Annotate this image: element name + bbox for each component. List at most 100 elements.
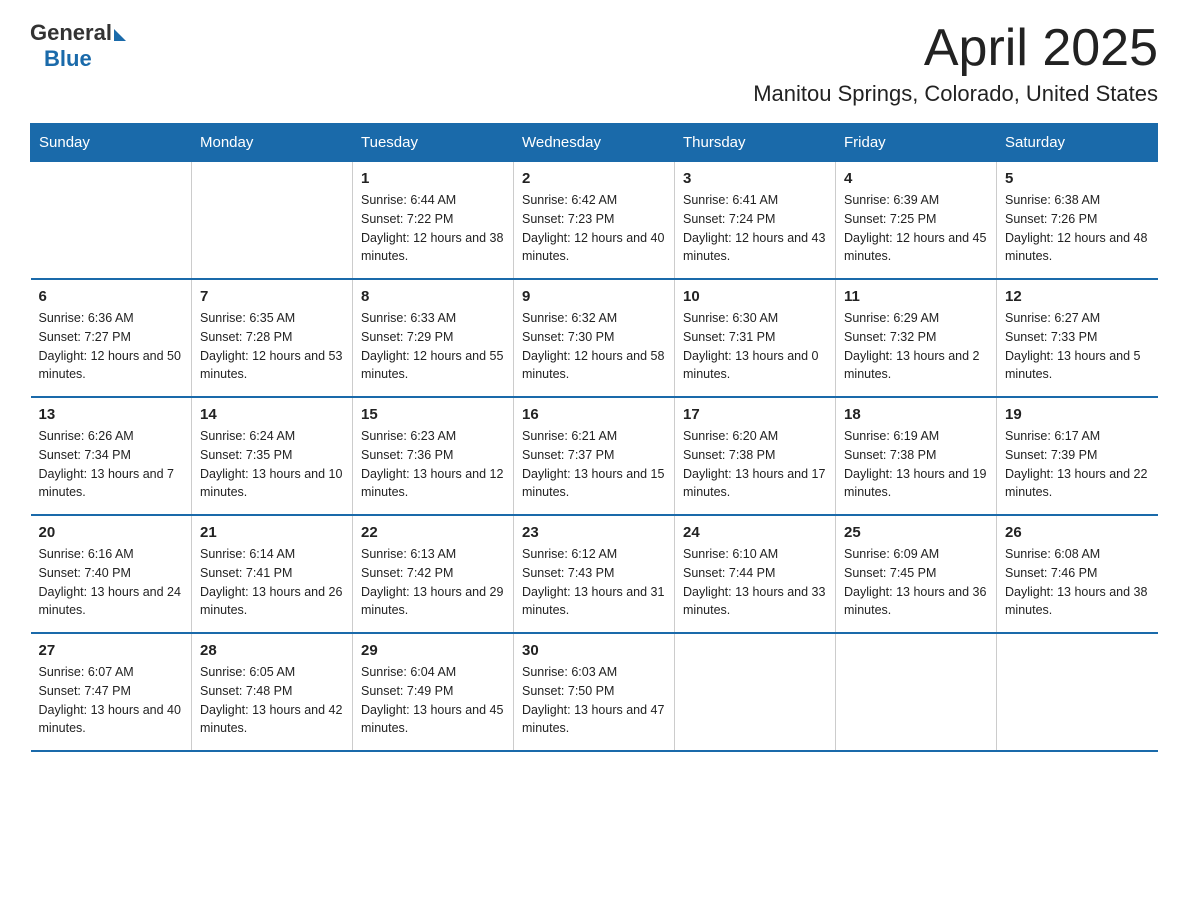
day-number: 22 (361, 524, 505, 541)
day-info: Sunrise: 6:13 AMSunset: 7:42 PMDaylight:… (361, 545, 505, 620)
day-number: 27 (39, 642, 184, 659)
day-number: 10 (683, 288, 827, 305)
day-number: 28 (200, 642, 344, 659)
calendar-day-cell (997, 633, 1158, 751)
day-info: Sunrise: 6:39 AMSunset: 7:25 PMDaylight:… (844, 191, 988, 266)
day-number: 15 (361, 406, 505, 423)
logo-blue-text: Blue (44, 46, 92, 72)
day-info: Sunrise: 6:30 AMSunset: 7:31 PMDaylight:… (683, 309, 827, 384)
day-info: Sunrise: 6:10 AMSunset: 7:44 PMDaylight:… (683, 545, 827, 620)
day-number: 2 (522, 170, 666, 187)
day-info: Sunrise: 6:23 AMSunset: 7:36 PMDaylight:… (361, 427, 505, 502)
calendar-header-cell: Monday (192, 124, 353, 162)
calendar-header-cell: Wednesday (514, 124, 675, 162)
calendar-day-cell (675, 633, 836, 751)
calendar-day-cell: 16Sunrise: 6:21 AMSunset: 7:37 PMDayligh… (514, 397, 675, 515)
logo-general-text: General (30, 20, 112, 46)
location-title: Manitou Springs, Colorado, United States (753, 81, 1158, 107)
day-number: 23 (522, 524, 666, 541)
day-info: Sunrise: 6:12 AMSunset: 7:43 PMDaylight:… (522, 545, 666, 620)
calendar-day-cell: 10 Sunrise: 6:30 AMSunset: 7:31 PMDayligh… (675, 279, 836, 397)
logo-triangle-icon (114, 29, 126, 41)
day-info: Sunrise: 6:32 AMSunset: 7:30 PMDaylight:… (522, 309, 666, 384)
day-info: Sunrise: 6:33 AMSunset: 7:29 PMDaylight:… (361, 309, 505, 384)
calendar-day-cell: 22 Sunrise: 6:13 AMSunset: 7:42 PMDayligh… (353, 515, 514, 633)
calendar-week-row: 13Sunrise: 6:26 AMSunset: 7:34 PMDayligh… (31, 397, 1158, 515)
calendar-day-cell: 7 Sunrise: 6:35 AMSunset: 7:28 PMDaylight… (192, 279, 353, 397)
day-number: 3 (683, 170, 827, 187)
day-number: 12 (1005, 288, 1150, 305)
calendar-day-cell: 4 Sunrise: 6:39 AMSunset: 7:25 PMDaylight… (836, 162, 997, 280)
day-number: 16 (522, 406, 666, 423)
calendar-day-cell: 27 Sunrise: 6:07 AMSunset: 7:47 PMDayligh… (31, 633, 192, 751)
day-number: 6 (39, 288, 184, 305)
day-number: 17 (683, 406, 827, 423)
calendar-day-cell: 15 Sunrise: 6:23 AMSunset: 7:36 PMDayligh… (353, 397, 514, 515)
day-number: 26 (1005, 524, 1150, 541)
calendar-day-cell: 24 Sunrise: 6:10 AMSunset: 7:44 PMDayligh… (675, 515, 836, 633)
calendar-week-row: 20 Sunrise: 6:16 AMSunset: 7:40 PMDayligh… (31, 515, 1158, 633)
day-info: Sunrise: 6:20 AMSunset: 7:38 PMDaylight:… (683, 427, 827, 502)
day-info: Sunrise: 6:41 AMSunset: 7:24 PMDaylight:… (683, 191, 827, 266)
page-header: General Blue April 2025 Manitou Springs,… (30, 20, 1158, 107)
day-number: 1 (361, 170, 505, 187)
calendar-header-cell: Friday (836, 124, 997, 162)
day-info: Sunrise: 6:27 AMSunset: 7:33 PMDaylight:… (1005, 309, 1150, 384)
day-number: 5 (1005, 170, 1150, 187)
day-number: 11 (844, 288, 988, 305)
day-info: Sunrise: 6:04 AMSunset: 7:49 PMDaylight:… (361, 663, 505, 738)
calendar-header-cell: Thursday (675, 124, 836, 162)
day-info: Sunrise: 6:36 AMSunset: 7:27 PMDaylight:… (39, 309, 184, 384)
calendar-day-cell: 17 Sunrise: 6:20 AMSunset: 7:38 PMDayligh… (675, 397, 836, 515)
day-info: Sunrise: 6:44 AMSunset: 7:22 PMDaylight:… (361, 191, 505, 266)
calendar-day-cell: 2 Sunrise: 6:42 AMSunset: 7:23 PMDaylight… (514, 162, 675, 280)
calendar-day-cell: 12 Sunrise: 6:27 AMSunset: 7:33 PMDayligh… (997, 279, 1158, 397)
day-info: Sunrise: 6:08 AMSunset: 7:46 PMDaylight:… (1005, 545, 1150, 620)
title-section: April 2025 Manitou Springs, Colorado, Un… (753, 20, 1158, 107)
day-number: 9 (522, 288, 666, 305)
calendar-day-cell: 26 Sunrise: 6:08 AMSunset: 7:46 PMDayligh… (997, 515, 1158, 633)
day-number: 30 (522, 642, 666, 659)
calendar-day-cell (31, 162, 192, 280)
day-info: Sunrise: 6:16 AMSunset: 7:40 PMDaylight:… (39, 545, 184, 620)
calendar-week-row: 1 Sunrise: 6:44 AMSunset: 7:22 PMDaylight… (31, 162, 1158, 280)
calendar-day-cell: 1 Sunrise: 6:44 AMSunset: 7:22 PMDaylight… (353, 162, 514, 280)
calendar-day-cell: 9 Sunrise: 6:32 AMSunset: 7:30 PMDaylight… (514, 279, 675, 397)
day-info: Sunrise: 6:19 AMSunset: 7:38 PMDaylight:… (844, 427, 988, 502)
logo: General Blue (30, 20, 126, 72)
calendar-day-cell: 5Sunrise: 6:38 AMSunset: 7:26 PMDaylight… (997, 162, 1158, 280)
day-number: 19 (1005, 406, 1150, 423)
calendar-header-cell: Sunday (31, 124, 192, 162)
calendar-header-row: SundayMondayTuesdayWednesdayThursdayFrid… (31, 124, 1158, 162)
calendar-header-cell: Saturday (997, 124, 1158, 162)
day-number: 20 (39, 524, 184, 541)
calendar-header-cell: Tuesday (353, 124, 514, 162)
day-info: Sunrise: 6:42 AMSunset: 7:23 PMDaylight:… (522, 191, 666, 266)
calendar-day-cell: 25Sunrise: 6:09 AMSunset: 7:45 PMDayligh… (836, 515, 997, 633)
day-number: 7 (200, 288, 344, 305)
calendar-day-cell: 18Sunrise: 6:19 AMSunset: 7:38 PMDayligh… (836, 397, 997, 515)
month-title: April 2025 (753, 20, 1158, 77)
day-info: Sunrise: 6:09 AMSunset: 7:45 PMDaylight:… (844, 545, 988, 620)
day-info: Sunrise: 6:14 AMSunset: 7:41 PMDaylight:… (200, 545, 344, 620)
calendar-day-cell (836, 633, 997, 751)
day-number: 24 (683, 524, 827, 541)
calendar-day-cell: 23 Sunrise: 6:12 AMSunset: 7:43 PMDayligh… (514, 515, 675, 633)
day-number: 29 (361, 642, 505, 659)
day-info: Sunrise: 6:05 AMSunset: 7:48 PMDaylight:… (200, 663, 344, 738)
calendar-day-cell: 21Sunrise: 6:14 AMSunset: 7:41 PMDayligh… (192, 515, 353, 633)
day-info: Sunrise: 6:07 AMSunset: 7:47 PMDaylight:… (39, 663, 184, 738)
calendar-day-cell: 19 Sunrise: 6:17 AMSunset: 7:39 PMDayligh… (997, 397, 1158, 515)
day-info: Sunrise: 6:29 AMSunset: 7:32 PMDaylight:… (844, 309, 988, 384)
day-info: Sunrise: 6:35 AMSunset: 7:28 PMDaylight:… (200, 309, 344, 384)
day-number: 14 (200, 406, 344, 423)
calendar-day-cell (192, 162, 353, 280)
day-info: Sunrise: 6:17 AMSunset: 7:39 PMDaylight:… (1005, 427, 1150, 502)
calendar-day-cell: 8 Sunrise: 6:33 AMSunset: 7:29 PMDaylight… (353, 279, 514, 397)
day-info: Sunrise: 6:24 AMSunset: 7:35 PMDaylight:… (200, 427, 344, 502)
calendar-day-cell: 28 Sunrise: 6:05 AMSunset: 7:48 PMDayligh… (192, 633, 353, 751)
day-number: 4 (844, 170, 988, 187)
calendar-day-cell: 20 Sunrise: 6:16 AMSunset: 7:40 PMDayligh… (31, 515, 192, 633)
day-number: 8 (361, 288, 505, 305)
calendar-day-cell: 11 Sunrise: 6:29 AMSunset: 7:32 PMDayligh… (836, 279, 997, 397)
